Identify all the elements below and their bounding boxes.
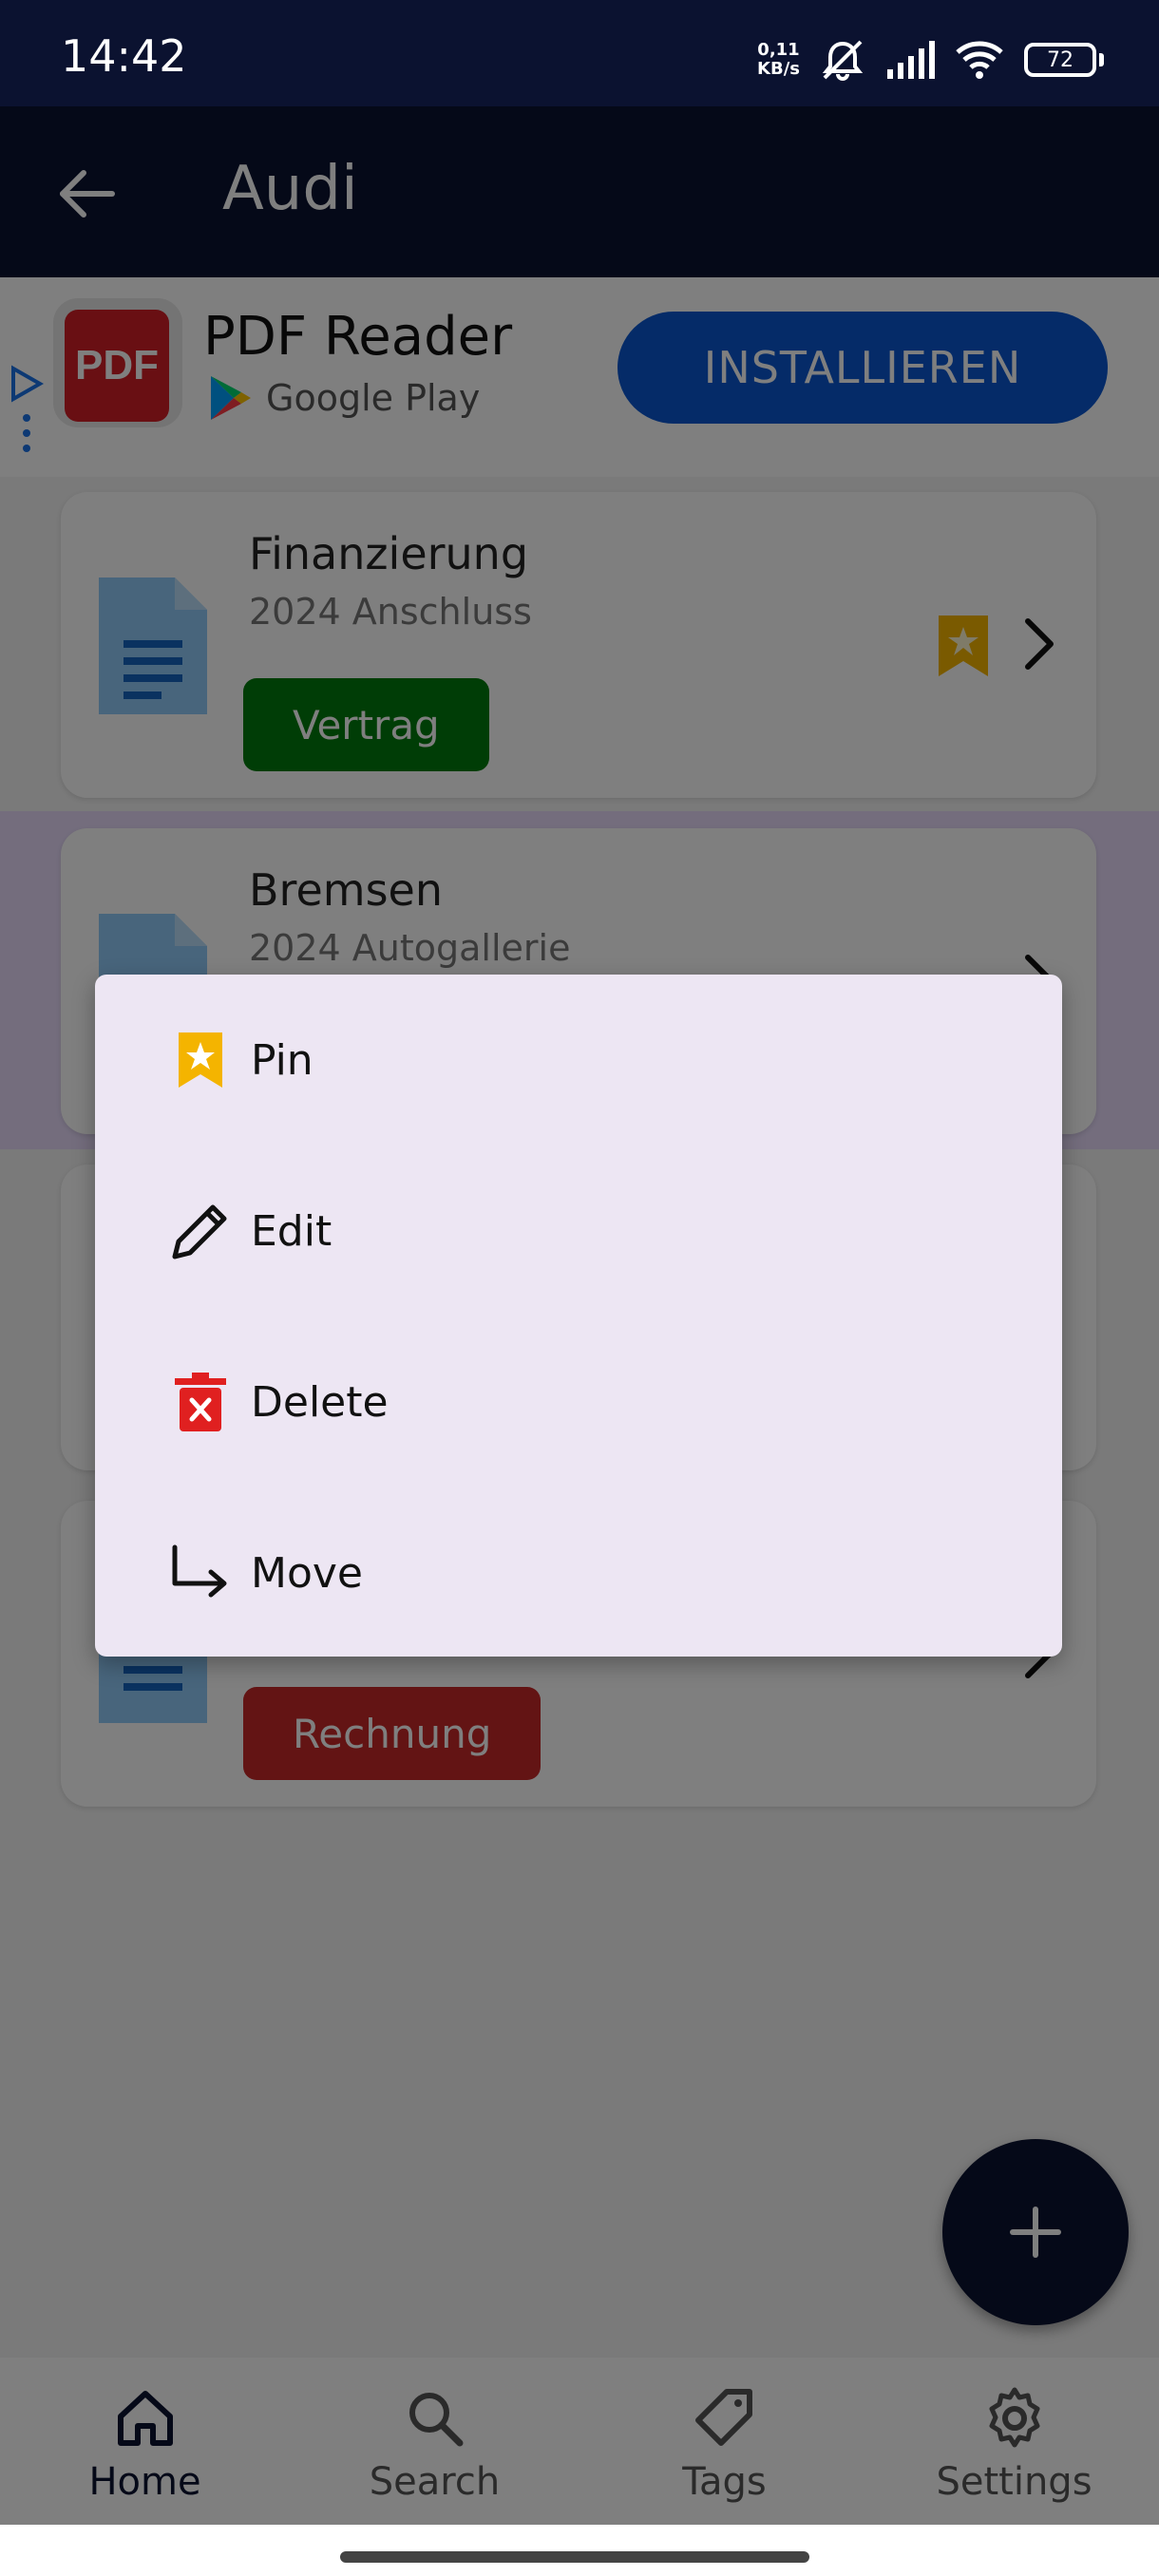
net-speed-unit: KB/s (757, 59, 800, 79)
gesture-bar (0, 2525, 1159, 2576)
menu-item-label: Delete (251, 1377, 389, 1427)
signal-icon (887, 41, 935, 79)
net-speed-value: 0,11 (757, 40, 800, 60)
silent-icon (822, 40, 864, 81)
bookmark-star-icon (179, 1032, 222, 1088)
battery-tip (1099, 53, 1104, 66)
menu-item-delete[interactable]: Delete (95, 1316, 1062, 1487)
pencil-icon (172, 1204, 227, 1260)
battery-icon: 72 (1024, 43, 1104, 77)
battery-level: 72 (1024, 43, 1096, 77)
move-arrow-icon (172, 1544, 227, 1598)
gesture-handle[interactable] (340, 2551, 809, 2563)
menu-item-move[interactable]: Move (95, 1487, 1062, 1658)
context-menu: Pin Edit Delete Move (95, 975, 1062, 1657)
trash-icon (175, 1373, 226, 1431)
menu-item-label: Move (251, 1548, 363, 1598)
menu-item-pin[interactable]: Pin (95, 975, 1062, 1146)
wifi-icon (956, 41, 1003, 79)
menu-item-label: Pin (251, 1035, 314, 1085)
status-icons: 0,11 KB/s 72 (757, 36, 1104, 84)
menu-item-edit[interactable]: Edit (95, 1146, 1062, 1316)
net-speed: 0,11 KB/s (757, 41, 800, 79)
status-time: 14:42 (61, 30, 187, 82)
status-bar: 14:42 0,11 KB/s 72 (0, 0, 1159, 106)
menu-item-label: Edit (251, 1206, 332, 1256)
